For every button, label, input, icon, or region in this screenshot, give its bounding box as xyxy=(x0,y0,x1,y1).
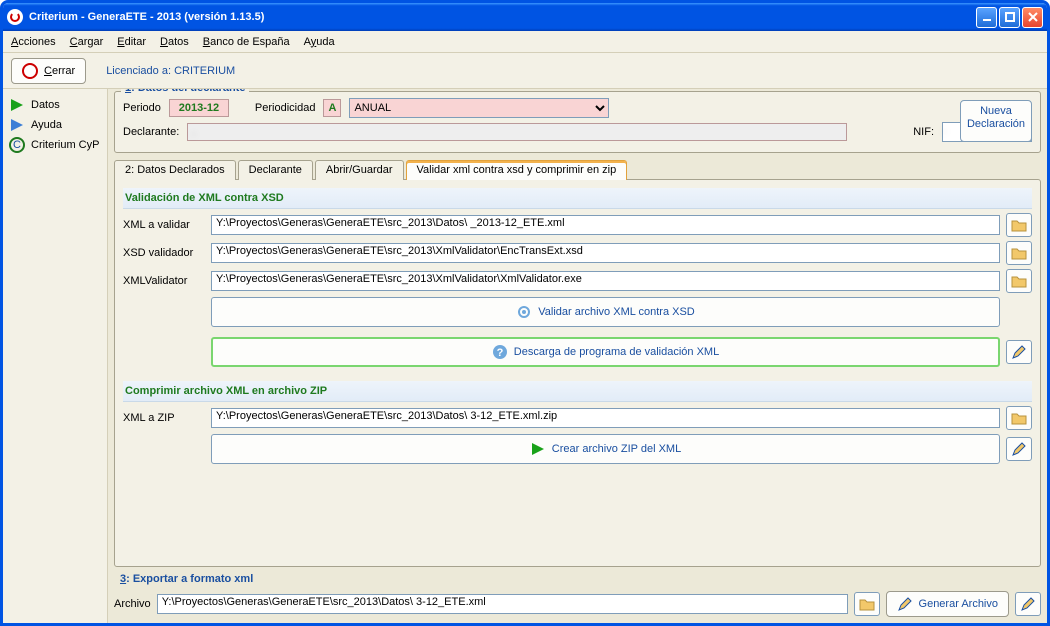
pencil-icon xyxy=(897,596,913,612)
menu-editar[interactable]: Editar xyxy=(117,36,146,48)
svg-text:?: ? xyxy=(496,347,503,359)
titlebar: Criterium - GeneraETE - 2013 (versión 1.… xyxy=(3,3,1047,31)
periodo-label: Periodo xyxy=(123,102,161,114)
browse-xmlvalidator-button[interactable] xyxy=(1006,269,1032,293)
browse-xml-button[interactable] xyxy=(1006,213,1032,237)
folder-icon xyxy=(1011,411,1027,425)
generar-archivo-button[interactable]: Generar Archivo xyxy=(886,591,1009,617)
edit-descarga-button[interactable] xyxy=(1006,340,1032,364)
folder-icon xyxy=(1011,246,1027,260)
xsd-input[interactable]: Y:\Proyectos\Generas\GeneraETE\src_2013\… xyxy=(211,243,1000,263)
nueva-line1: Nueva xyxy=(961,105,1031,118)
sidebar-label: Criterium CyP xyxy=(31,139,99,151)
periodicidad-select[interactable]: ANUAL xyxy=(349,98,609,118)
tab-panel-validar: Validación de XML contra XSD XML a valid… xyxy=(114,179,1041,567)
group-validacion: Validación de XML contra XSD xyxy=(123,188,1032,209)
xml-validar-label: XML a validar xyxy=(123,219,205,231)
menu-cargar[interactable]: Cargar xyxy=(70,36,104,48)
help-icon: ? xyxy=(492,344,508,360)
periodicidad-code[interactable]: A xyxy=(323,99,341,117)
edit-zip-button[interactable] xyxy=(1006,437,1032,461)
group-comprimir: Comprimir archivo XML en archivo ZIP xyxy=(123,381,1032,402)
arrow-right-icon xyxy=(530,441,546,457)
xml-validar-input[interactable]: Y:\Proyectos\Generas\GeneraETE\src_2013\… xyxy=(211,215,1000,235)
tab-abrir-guardar[interactable]: Abrir/Guardar xyxy=(315,160,404,180)
xmlvalidator-input[interactable]: Y:\Proyectos\Generas\GeneraETE\src_2013\… xyxy=(211,271,1000,291)
browse-zip-button[interactable] xyxy=(1006,406,1032,430)
sidebar-item-ayuda[interactable]: Ayuda xyxy=(7,115,103,135)
nueva-declaracion-button[interactable]: Nueva Declaración xyxy=(960,100,1032,142)
pencil-icon xyxy=(1020,596,1036,612)
archivo-input[interactable]: Y:\Proyectos\Generas\GeneraETE\src_2013\… xyxy=(157,594,848,614)
sidebar-item-cyp[interactable]: C Criterium CyP xyxy=(7,135,103,155)
periodicidad-label: Periodicidad xyxy=(255,102,316,114)
sidebar-label: Ayuda xyxy=(31,119,62,131)
export-row: Archivo Y:\Proyectos\Generas\GeneraETE\s… xyxy=(114,591,1041,617)
zip-label: XML a ZIP xyxy=(123,412,205,424)
maximize-button[interactable] xyxy=(999,7,1020,28)
window-controls xyxy=(976,7,1043,28)
zip-input[interactable]: Y:\Proyectos\Generas\GeneraETE\src_2013\… xyxy=(211,408,1000,428)
sidebar-label: Datos xyxy=(31,99,60,111)
menu-datos[interactable]: Datos xyxy=(160,36,189,48)
edit-archivo-button[interactable] xyxy=(1015,592,1041,616)
license-text: Licenciado a: CRITERIUM xyxy=(106,65,235,77)
app-window: Criterium - GeneraETE - 2013 (versión 1.… xyxy=(0,0,1050,626)
folder-icon xyxy=(1011,218,1027,232)
menu-acciones[interactable]: AAccionescciones xyxy=(11,36,56,48)
section-declarante: 1: Datos del declarante Nueva Declaració… xyxy=(114,91,1041,153)
tab-bar: 2: Datos Declarados Declarante Abrir/Gua… xyxy=(114,159,1041,179)
arrow-right-icon xyxy=(9,97,25,113)
section1-heading: 1: Datos del declarante xyxy=(121,89,249,94)
nif-label: NIF: xyxy=(913,126,934,138)
sidebar-item-datos[interactable]: Datos xyxy=(7,95,103,115)
section3-heading: 3: Exportar a formato xml xyxy=(114,569,1047,589)
declarante-field[interactable]: . xyxy=(187,123,847,141)
close-button[interactable] xyxy=(1022,7,1043,28)
menu-bde[interactable]: Banco de España xyxy=(203,36,290,48)
power-icon xyxy=(22,63,38,79)
browse-archivo-button[interactable] xyxy=(854,592,880,616)
periodo-value[interactable]: 2013-12 xyxy=(169,99,229,117)
tab-datos-declarados[interactable]: 2: Datos Declarados xyxy=(114,160,236,180)
tab-validar-xml[interactable]: Validar xml contra xsd y comprimir en zi… xyxy=(406,160,628,180)
xmlvalidator-label: XMLValidator xyxy=(123,275,205,287)
svg-text:C: C xyxy=(13,139,21,151)
crear-zip-button[interactable]: Crear archivo ZIP del XML xyxy=(211,434,1000,464)
window-title: Criterium - GeneraETE - 2013 (versión 1.… xyxy=(29,11,976,23)
toolbar: Cerrar Licenciado a: CRITERIUM xyxy=(3,53,1047,89)
app-icon xyxy=(7,9,23,25)
pencil-icon xyxy=(1011,441,1027,457)
menu-bar: AAccionescciones Cargar Editar Datos Ban… xyxy=(3,31,1047,53)
folder-icon xyxy=(859,597,875,611)
descarga-validador-button[interactable]: ? Descarga de programa de validación XML xyxy=(211,337,1000,367)
pencil-icon xyxy=(1011,344,1027,360)
cyp-icon: C xyxy=(9,137,25,153)
cerrar-button[interactable]: Cerrar xyxy=(11,58,86,84)
validar-xml-button[interactable]: Validar archivo XML contra XSD xyxy=(211,297,1000,327)
nueva-line2: Declaración xyxy=(961,118,1031,131)
declarante-label: Declarante: xyxy=(123,126,179,138)
browse-xsd-button[interactable] xyxy=(1006,241,1032,265)
arrow-right-icon xyxy=(9,117,25,133)
xsd-label: XSD validador xyxy=(123,247,205,259)
folder-icon xyxy=(1011,274,1027,288)
minimize-button[interactable] xyxy=(976,7,997,28)
main-area: 1: Datos del declarante Nueva Declaració… xyxy=(108,89,1047,623)
gear-icon xyxy=(516,304,532,320)
menu-ayuda[interactable]: Ayuda xyxy=(304,36,335,48)
tab-declarante[interactable]: Declarante xyxy=(238,160,313,180)
sidebar: Datos Ayuda C Criterium CyP xyxy=(3,89,108,623)
archivo-label: Archivo xyxy=(114,598,151,610)
